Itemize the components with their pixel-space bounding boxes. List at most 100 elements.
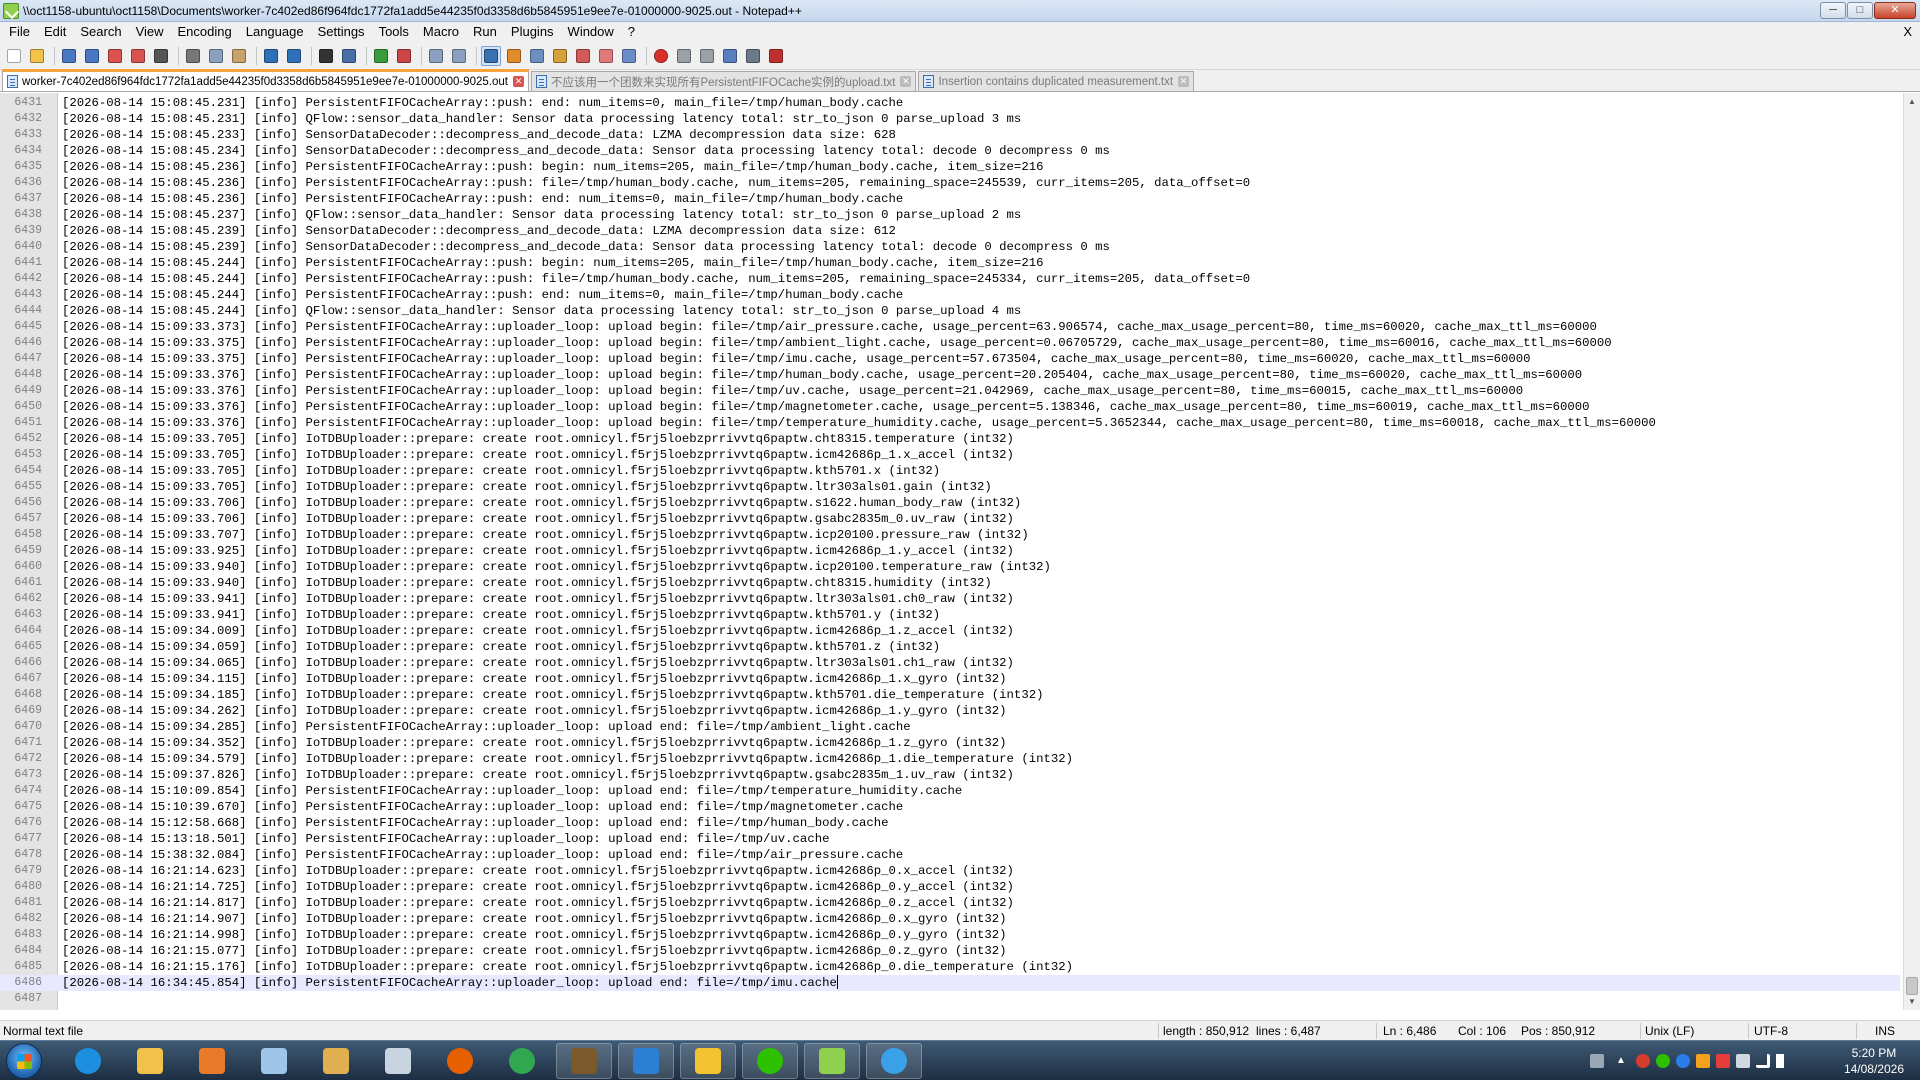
menu-run[interactable]: Run — [466, 22, 504, 42]
editor-line[interactable]: 6443 [2026-08-14 15:08:45.244] [info] Per… — [0, 287, 1900, 303]
editor-line[interactable]: 6474 [2026-08-14 15:10:09.854] [info] Per… — [0, 783, 1900, 799]
network-tray-icon[interactable] — [1676, 1054, 1690, 1068]
stop-macro-icon[interactable] — [674, 46, 694, 66]
editor-line[interactable]: 6471 [2026-08-14 15:09:34.352] [info] IoT… — [0, 735, 1900, 751]
maximize-button[interactable]: □ — [1847, 2, 1873, 19]
play-macro-icon[interactable] — [697, 46, 717, 66]
redo-icon[interactable] — [284, 46, 304, 66]
calculator-taskbar-button[interactable] — [370, 1043, 426, 1079]
editor-line[interactable]: 6487 — [0, 991, 1900, 1007]
game-taskbar-button[interactable] — [556, 1043, 612, 1079]
editor-line[interactable]: 6455 [2026-08-14 15:09:33.705] [info] IoT… — [0, 479, 1900, 495]
editor-line[interactable]: 6450 [2026-08-14 15:09:33.376] [info] Per… — [0, 399, 1900, 415]
editor-line[interactable]: 6485 [2026-08-14 16:21:15.176] [info] IoT… — [0, 959, 1900, 975]
close-icon[interactable] — [105, 46, 125, 66]
folder-workspace-icon[interactable] — [596, 46, 616, 66]
notepadpp-app-icon[interactable] — [3, 2, 19, 19]
status-eol[interactable]: Unix (LF) — [1645, 1021, 1694, 1041]
paste-icon[interactable] — [229, 46, 249, 66]
text-editor-taskbar-button[interactable] — [680, 1043, 736, 1079]
tab-3[interactable]: Insertion contains duplicated measuremen… — [918, 71, 1195, 91]
flag-icon[interactable] — [1736, 1054, 1750, 1068]
editor-line[interactable]: 6447 [2026-08-14 15:09:33.375] [info] Per… — [0, 351, 1900, 367]
editor-line[interactable]: 6460 [2026-08-14 15:09:33.940] [info] IoT… — [0, 559, 1900, 575]
editor-line[interactable]: 6448 [2026-08-14 15:09:33.376] [info] Per… — [0, 367, 1900, 383]
editor-line[interactable]: 6482 [2026-08-14 16:21:14.907] [info] IoT… — [0, 911, 1900, 927]
editor-line[interactable]: 6458 [2026-08-14 15:09:33.707] [info] IoT… — [0, 527, 1900, 543]
title-bar[interactable]: \\oct1158-ubuntu\oct1158\Documents\worke… — [0, 0, 1920, 22]
editor-line[interactable]: 6453 [2026-08-14 15:09:33.705] [info] IoT… — [0, 447, 1900, 463]
tray-app-icon[interactable] — [1716, 1054, 1730, 1068]
status-mode[interactable]: INS — [1875, 1021, 1895, 1041]
editor-line[interactable]: 6470 [2026-08-14 15:09:34.285] [info] Per… — [0, 719, 1900, 735]
tray-app-icon[interactable] — [1696, 1054, 1710, 1068]
keyboard-icon[interactable] — [1590, 1054, 1604, 1068]
editor-line[interactable]: 6464 [2026-08-14 15:09:34.009] [info] IoT… — [0, 623, 1900, 639]
editor-line[interactable]: 6437 [2026-08-14 15:08:45.236] [info] Per… — [0, 191, 1900, 207]
editor-line[interactable]: 6461 [2026-08-14 15:09:33.940] [info] IoT… — [0, 575, 1900, 591]
tab-close-icon[interactable]: ✕ — [900, 76, 912, 87]
editor-line[interactable]: 6468 [2026-08-14 15:09:34.185] [info] IoT… — [0, 687, 1900, 703]
editor-line[interactable]: 6484 [2026-08-14 16:21:15.077] [info] IoT… — [0, 943, 1900, 959]
editor-line[interactable]: 6440 [2026-08-14 15:08:45.239] [info] Sen… — [0, 239, 1900, 255]
editor-line[interactable]: 6449 [2026-08-14 15:09:33.376] [info] Per… — [0, 383, 1900, 399]
menu-view[interactable]: View — [129, 22, 171, 42]
signal-icon[interactable] — [1756, 1054, 1770, 1068]
menu-window[interactable]: Window — [561, 22, 621, 42]
menu-encoding[interactable]: Encoding — [171, 22, 239, 42]
editor-line[interactable]: 6472 [2026-08-14 15:09:34.579] [info] IoT… — [0, 751, 1900, 767]
paint-taskbar-button[interactable] — [308, 1043, 364, 1079]
menu-edit[interactable]: Edit — [37, 22, 73, 42]
menu-language[interactable]: Language — [239, 22, 311, 42]
find-icon[interactable] — [316, 46, 336, 66]
run-macro-multiple-icon[interactable] — [720, 46, 740, 66]
editor-line[interactable]: 6433 [2026-08-14 15:08:45.233] [info] Sen… — [0, 127, 1900, 143]
editor-line[interactable]: 6462 [2026-08-14 15:09:33.941] [info] IoT… — [0, 591, 1900, 607]
editor-line[interactable]: 6438 [2026-08-14 15:08:45.237] [info] QFl… — [0, 207, 1900, 223]
show-all-chars-icon[interactable] — [504, 46, 524, 66]
menu-search[interactable]: Search — [73, 22, 128, 42]
zoom-out-icon[interactable] — [394, 46, 414, 66]
editor-line[interactable]: 6476 [2026-08-14 15:12:58.668] [info] Per… — [0, 815, 1900, 831]
minimize-button[interactable]: ─ — [1820, 2, 1846, 19]
editor-line[interactable]: 6439 [2026-08-14 15:08:45.239] [info] Sen… — [0, 223, 1900, 239]
editor-line[interactable]: 6442 [2026-08-14 15:08:45.244] [info] Per… — [0, 271, 1900, 287]
menu-settings[interactable]: Settings — [311, 22, 372, 42]
function-list-icon[interactable] — [573, 46, 593, 66]
volume-icon[interactable] — [1776, 1054, 1790, 1068]
editor-line[interactable]: 6436 [2026-08-14 15:08:45.236] [info] Per… — [0, 175, 1900, 191]
editor-line[interactable]: 6469 [2026-08-14 15:09:34.262] [info] IoT… — [0, 703, 1900, 719]
record-macro-icon[interactable] — [651, 46, 671, 66]
menu-file[interactable]: File — [2, 22, 37, 42]
scroll-down-icon[interactable]: ▼ — [1904, 993, 1920, 1010]
editor-line[interactable]: 6454 [2026-08-14 15:09:33.705] [info] IoT… — [0, 463, 1900, 479]
editor-line[interactable]: 6478 [2026-08-14 15:38:32.084] [info] Per… — [0, 847, 1900, 863]
firefox-taskbar-button[interactable] — [432, 1043, 488, 1079]
save-all-icon[interactable] — [82, 46, 102, 66]
menu-help[interactable]: ? — [621, 22, 642, 42]
sync-horizontal-icon[interactable] — [449, 46, 469, 66]
menu-macro[interactable]: Macro — [416, 22, 466, 42]
spell-check-icon[interactable] — [766, 46, 786, 66]
menu-plugins[interactable]: Plugins — [504, 22, 561, 42]
close-all-icon[interactable] — [128, 46, 148, 66]
editor-line[interactable]: 6444 [2026-08-14 15:08:45.244] [info] QFl… — [0, 303, 1900, 319]
start-button[interactable] — [6, 1043, 42, 1079]
text-editor[interactable]: 6431 [2026-08-14 15:08:45.231] [info] Per… — [0, 93, 1920, 1010]
word-wrap-icon[interactable] — [481, 45, 501, 66]
network-tool-taskbar-button[interactable] — [866, 1043, 922, 1079]
editor-line[interactable]: 6473 [2026-08-14 15:09:37.826] [info] IoT… — [0, 767, 1900, 783]
internet-explorer-taskbar-button[interactable] — [60, 1043, 116, 1079]
tab-1[interactable]: worker-7c402ed86f964fdc1772fa1add5e44235… — [2, 69, 529, 91]
wechat-taskbar-button[interactable] — [742, 1043, 798, 1079]
editor-line[interactable]: 6446 [2026-08-14 15:09:33.375] [info] Per… — [0, 335, 1900, 351]
copy-icon[interactable] — [206, 46, 226, 66]
vertical-scrollbar[interactable]: ▲ ▼ — [1903, 93, 1920, 1010]
editor-line[interactable]: 6441 [2026-08-14 15:08:45.244] [info] Per… — [0, 255, 1900, 271]
tab-close-icon[interactable]: ✕ — [1178, 76, 1190, 87]
menu-tools[interactable]: Tools — [372, 22, 416, 42]
print-icon[interactable] — [151, 46, 171, 66]
close-window-button[interactable]: ✕ — [1874, 2, 1916, 19]
scroll-up-icon[interactable]: ▲ — [1904, 93, 1920, 110]
vscode-taskbar-button[interactable] — [618, 1043, 674, 1079]
